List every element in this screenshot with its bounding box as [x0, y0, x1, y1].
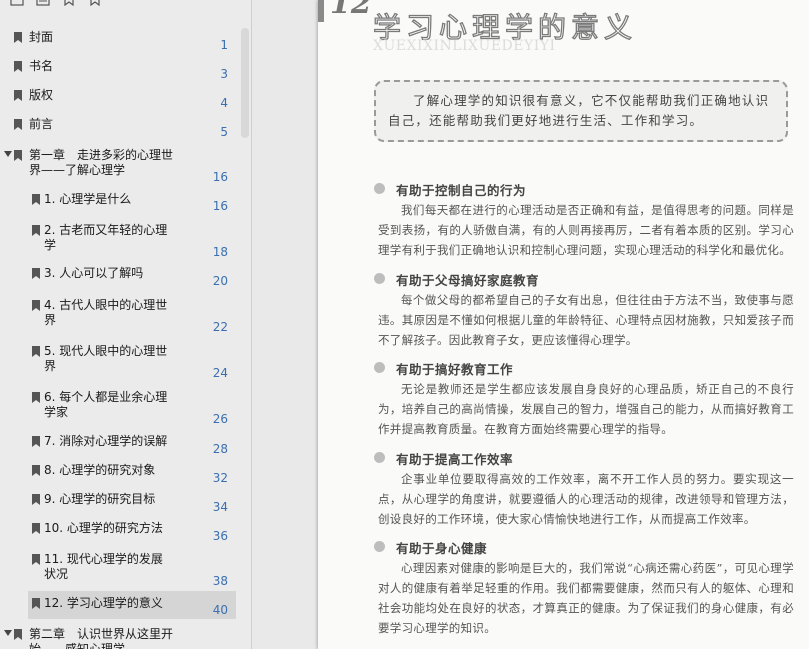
section-body: 每个做父母的都希望自己的子女有出息，但往往由于方法不当，致使事与愿违。其原因是不…	[378, 293, 794, 347]
sidebar-scrollbar[interactable]	[241, 28, 249, 138]
bookmark-page-number: 26	[212, 412, 228, 426]
chapter-number: 12	[330, 0, 372, 21]
bookmark-label: 2. 古老而又年轻的心理学	[44, 223, 168, 252]
bookmark-icon	[14, 32, 22, 43]
bookmark-page-number: 18	[212, 245, 228, 259]
bookmark-page-number: 16	[212, 170, 228, 184]
bookmark-icon	[32, 346, 40, 357]
bookmark-icon	[14, 150, 22, 161]
bookmark-icon	[32, 225, 40, 236]
bookmark-label: 11. 现代心理学的发展状况	[44, 552, 163, 581]
bookmark-page-number: 38	[212, 574, 228, 588]
bookmark-label: 6. 每个人都是业余心理学家	[44, 390, 168, 419]
document-page: 12 学习心理学的意义 XUEXIXINLIXUEDEYIYI 了解心理学的知识…	[318, 0, 809, 649]
bookmark-page-number: 5	[220, 125, 228, 139]
bookmark-icon	[14, 629, 22, 640]
bookmark-label: 第一章 走进多彩的心理世界——了解心理学	[29, 148, 174, 177]
bookmark-label: 3. 人心可以了解吗	[44, 266, 144, 280]
bookmark-label: 4. 古代人眼中的心理世界	[44, 298, 168, 327]
bookmark-page-number: 22	[212, 320, 228, 334]
bookmark-label: 12. 学习心理学的意义	[44, 596, 163, 610]
bookmark-label: 7. 消除对心理学的误解	[44, 434, 168, 448]
bookmark-label: 书名	[29, 59, 54, 73]
bookmark-icon	[32, 598, 40, 609]
bullet-dot-icon	[374, 183, 385, 194]
bookmark-page-number: 28	[212, 442, 228, 456]
bookmark-label: 1. 心理学是什么	[44, 192, 132, 206]
expand-triangle-icon[interactable]	[4, 630, 12, 636]
bookmark-label: 8. 心理学的研究对象	[44, 463, 156, 477]
bookmark-page-number: 4	[220, 96, 228, 110]
bookmark-label: 版权	[29, 88, 54, 102]
bookmark-icon	[14, 61, 22, 72]
section-body: 无论是教师还是学生都应该发展自身良好的心理品质，矫正自己的不良行为，培养自己的高…	[378, 382, 794, 436]
page-thumbs-icon[interactable]	[10, 0, 24, 6]
bullet-dot-icon	[374, 452, 385, 463]
section-body: 心理因素对健康的影响是巨大的，我们常说“心病还需心药医”，可见心理学对人的健康有…	[378, 561, 794, 635]
bookmark-icon	[32, 392, 40, 403]
bullet-dot-icon	[374, 273, 385, 284]
bookmark-label: 第二章 认识世界从这里开始——感知心理学	[29, 627, 174, 649]
bookmark-icon	[32, 436, 40, 447]
section-body: 我们每天都在进行的心理活动是否正确和有益，是值得思考的问题。同样是受到表扬，有的…	[378, 203, 794, 257]
bookmark-icon	[32, 523, 40, 534]
bookmark-page-number: 40	[212, 603, 228, 617]
bookmark-page-number: 1	[220, 38, 228, 52]
bookmark-sidebar: 封面 1 书名 3 版权 4 前言 5 第一章 走进多彩的心理世界——了解心理学 16 1. 心理学…	[0, 0, 252, 649]
expand-triangle-icon[interactable]	[4, 151, 12, 157]
bookmark-label: 封面	[29, 30, 54, 44]
section-heading: 有助于提高工作效率	[396, 452, 514, 467]
bookmark-icon	[32, 268, 40, 279]
bookmark-label: 9. 心理学的研究目标	[44, 492, 156, 506]
bookmark-page-number: 16	[212, 199, 228, 213]
bookmark-label: 前言	[29, 117, 54, 131]
bookmark-icon	[32, 494, 40, 505]
bookmark-icon	[14, 90, 22, 101]
bookmark-icon[interactable]	[88, 0, 102, 6]
section-heading: 有助于控制自己的行为	[396, 183, 527, 198]
sidebar-toolbar	[10, 0, 102, 6]
section-heading: 有助于搞好教育工作	[396, 362, 514, 377]
bookmark-page-number: 36	[212, 529, 228, 543]
bookmark-icon	[32, 465, 40, 476]
bookmark-icon	[14, 119, 22, 130]
section-heading: 有助于父母搞好家庭教育	[396, 273, 540, 288]
bookmark-add-icon[interactable]	[62, 0, 76, 6]
bullet-dot-icon	[374, 541, 385, 552]
bookmark-page-number: 32	[212, 471, 228, 485]
bookmark-label: 10. 心理学的研究方法	[44, 521, 163, 535]
chapter-marker	[318, 0, 324, 22]
page-title-pinyin: XUEXIXINLIXUEDEYIYI	[373, 38, 556, 54]
bookmark-label: 5. 现代人眼中的心理世界	[44, 344, 168, 373]
section-body: 企事业单位要取得高效的工作效率，离不开工作人员的努力。要实现这一点，从心理学的角…	[378, 472, 794, 526]
bookmark-page-number: 34	[212, 500, 228, 514]
bookmark-icon	[32, 300, 40, 311]
bookmark-icon	[32, 194, 40, 205]
bookmark-page-number: 20	[212, 274, 228, 288]
bookmark-icon	[32, 554, 40, 565]
document-viewer: 12 学习心理学的意义 XUEXIXINLIXUEDEYIYI 了解心理学的知识…	[253, 0, 809, 649]
outline-icon[interactable]	[36, 0, 50, 6]
bookmark-page-number: 3	[220, 67, 228, 81]
bullet-dot-icon	[374, 362, 385, 373]
intro-box: 了解心理学的知识很有意义，它不仅能帮助我们正确地认识自己，还能帮助我们更好地进行…	[374, 80, 788, 142]
bookmark-page-number: 24	[212, 366, 228, 380]
section-heading: 有助于身心健康	[396, 541, 488, 556]
